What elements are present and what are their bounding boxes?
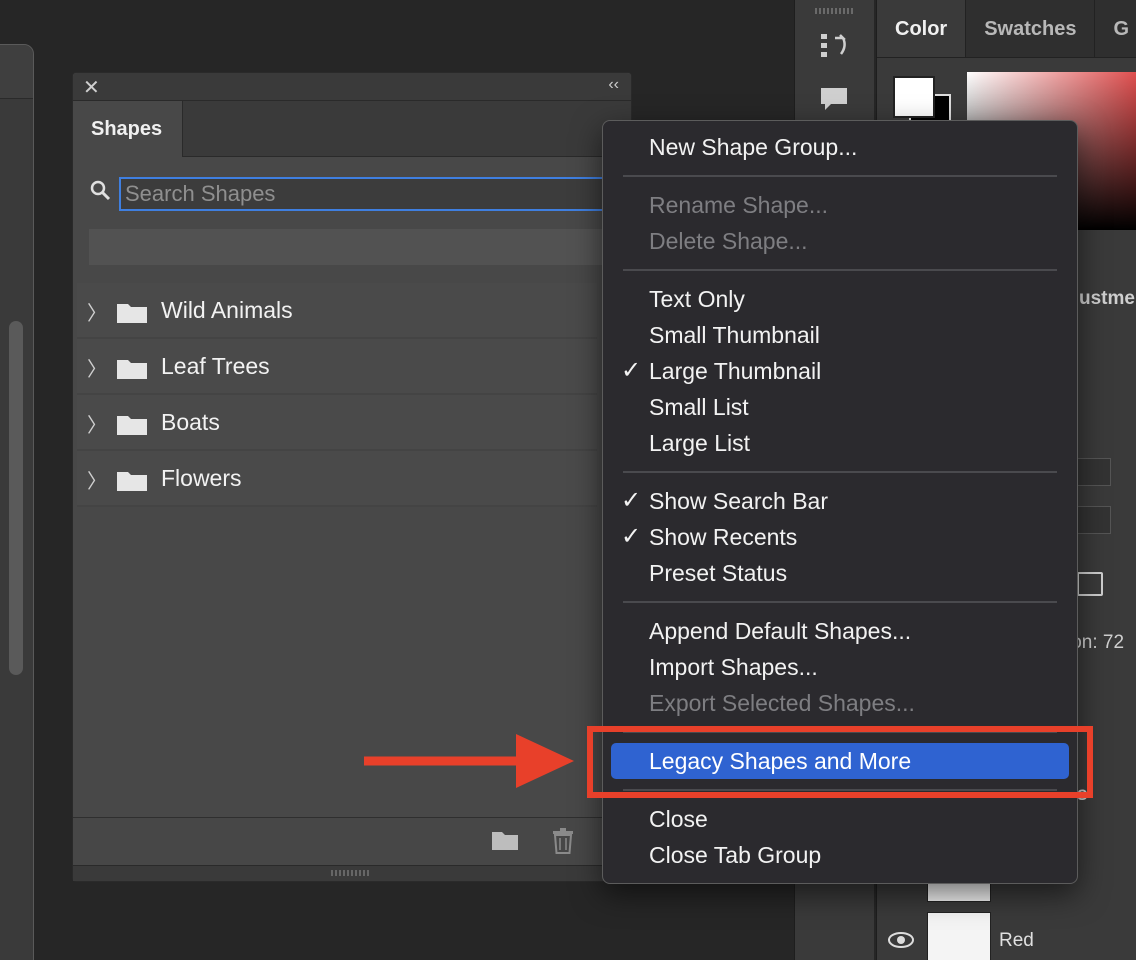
menu-item-label: Export Selected Shapes... [649,690,915,716]
image-icon[interactable] [1077,572,1103,596]
chevron-right-icon[interactable]: 〉 [87,465,107,494]
menu-separator [623,471,1057,473]
panel-title-bar: ✕ ‹‹ [73,73,631,101]
folder-icon [117,469,147,491]
menu-item-show-search-bar[interactable]: ✓ Show Search Bar [603,483,1077,519]
close-icon[interactable]: ✕ [83,75,100,100]
menu-item-show-recents[interactable]: ✓ Show Recents [603,519,1077,555]
menu-item-label: Close [649,806,708,832]
chevron-right-icon[interactable]: 〉 [87,409,107,438]
menu-item-label: Small List [649,394,749,420]
shapes-tab-bar: Shapes ≡ [73,101,631,157]
folder-icon [117,357,147,379]
menu-separator [623,175,1057,177]
menu-item-label: Show Recents [649,524,798,550]
menu-item-label: New Shape Group... [649,134,858,160]
search-bar [89,177,639,211]
adjustments-tab-partial[interactable]: ustmen [1079,288,1136,310]
checkmark-icon: ✓ [621,357,642,384]
comment-icon[interactable] [817,84,851,114]
menu-item-label: Small Thumbnail [649,322,820,348]
chevron-right-icon[interactable]: 〉 [87,353,107,382]
folder-icon [117,413,147,435]
search-icon [89,179,115,207]
tab-swatches[interactable]: Swatches [966,0,1096,57]
recents-bar [89,229,619,265]
checkmark-icon: ✓ [621,487,642,514]
strip-drag-grip[interactable] [815,8,855,14]
menu-item-small-thumbnail[interactable]: Small Thumbnail [603,317,1077,353]
color-panel-tabs: Color Swatches G [877,0,1136,58]
tab-shapes[interactable]: Shapes [73,101,183,157]
menu-item-label: Show Search Bar [649,488,828,514]
menu-item-label: Text Only [649,286,745,312]
new-folder-icon[interactable] [491,828,518,854]
menu-item-export-selected-shapes: Export Selected Shapes... [603,685,1077,721]
menu-item-text-only[interactable]: Text Only [603,281,1077,317]
shape-groups-list: 〉 Wild Animals 〉 Leaf Trees 〉 Boats 〉 Fl… [77,283,597,507]
layer-thumbnail-red [927,912,991,960]
history-icon[interactable] [817,30,851,60]
tab-gradients[interactable]: G [1095,0,1136,57]
shape-group-row[interactable]: 〉 Leaf Trees [77,339,597,395]
menu-item-preset-status[interactable]: Preset Status [603,555,1077,591]
menu-separator [623,269,1057,271]
menu-item-label: Import Shapes... [649,654,818,680]
left-document-panel [0,44,34,960]
foreground-color-swatch[interactable] [893,76,935,118]
menu-item-label: Append Default Shapes... [649,618,912,644]
shape-group-row[interactable]: 〉 Flowers [77,451,597,507]
menu-item-close-tab-group[interactable]: Close Tab Group [603,837,1077,873]
menu-item-import-shapes[interactable]: Import Shapes... [603,649,1077,685]
menu-item-large-list[interactable]: Large List [603,425,1077,461]
shape-group-name: Boats [161,409,220,435]
highlight-annotation-box [587,726,1093,798]
layer-name: Red [999,930,1034,951]
left-panel-header [0,45,33,99]
search-input[interactable] [119,177,639,211]
shape-group-row[interactable]: 〉 Wild Animals [77,283,597,339]
menu-item-label: Preset Status [649,560,788,586]
panel-footer [73,817,631,865]
tab-color[interactable]: Color [877,0,967,57]
menu-item-new-shape-group[interactable]: New Shape Group... [603,129,1077,165]
double-chevron-left-icon[interactable]: ‹‹ [608,76,619,94]
menu-item-rename-shape: Rename Shape... [603,187,1077,223]
menu-item-label: Delete Shape... [649,228,808,254]
menu-item-label: Rename Shape... [649,192,829,218]
checkmark-icon: ✓ [621,523,642,550]
menu-item-small-list[interactable]: Small List [603,389,1077,425]
trash-icon[interactable] [551,828,577,854]
shape-group-name: Flowers [161,465,242,491]
menu-item-close[interactable]: Close [603,801,1077,837]
menu-item-label: Close Tab Group [649,842,822,868]
shape-group-name: Wild Animals [161,297,293,323]
annotation-arrow [364,734,574,788]
menu-item-delete-shape: Delete Shape... [603,223,1077,259]
left-panel-scrollbar[interactable] [9,321,23,675]
shape-group-name: Leaf Trees [161,353,270,379]
folder-icon [117,301,147,323]
menu-item-large-thumbnail[interactable]: ✓ Large Thumbnail [603,353,1077,389]
menu-separator [623,601,1057,603]
panel-resize-grip[interactable] [73,865,631,881]
menu-item-label: Large Thumbnail [649,358,822,384]
menu-item-label: Large List [649,430,751,456]
chevron-right-icon[interactable]: 〉 [87,297,107,326]
menu-item-append-default-shapes[interactable]: Append Default Shapes... [603,613,1077,649]
eye-icon[interactable] [887,930,915,956]
shape-group-row[interactable]: 〉 Boats [77,395,597,451]
